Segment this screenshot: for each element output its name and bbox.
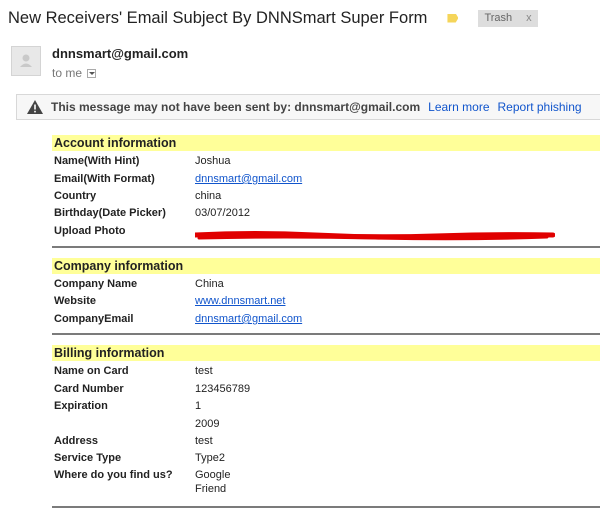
company-section-header: Company information [52, 258, 600, 274]
trash-label-text: Trash [484, 12, 513, 24]
field-value: test [195, 435, 213, 447]
report-phishing-link[interactable]: Report phishing [498, 100, 582, 114]
field-label: Where do you find us? [54, 469, 173, 481]
email-link[interactable]: dnnsmart@gmail.com [195, 173, 302, 185]
warning-icon [27, 100, 43, 114]
field-label: Expiration [54, 400, 108, 412]
phishing-warning-bar: This message may not have been sent by: … [16, 94, 600, 120]
field-label: Birthday(Date Picker) [54, 207, 166, 219]
account-section-header: Account information [52, 135, 600, 151]
section-divider [52, 333, 600, 335]
person-icon [20, 54, 32, 67]
field-label: Website [54, 295, 96, 307]
learn-more-link[interactable]: Learn more [428, 100, 489, 114]
billing-section-header: Billing information [52, 345, 600, 361]
recipient-text: to me [52, 66, 83, 80]
redacted-photo-link [192, 229, 556, 247]
field-label: Country [54, 190, 97, 202]
field-value: Joshua [195, 155, 231, 167]
field-value: test [195, 365, 213, 377]
label-tag-icon[interactable] [447, 13, 459, 23]
field-label: Upload Photo [54, 225, 126, 237]
website-link[interactable]: www.dnnsmart.net [195, 295, 285, 307]
trash-label-chip[interactable]: Trash x [478, 9, 538, 27]
email-link[interactable]: dnnsmart@gmail.com [195, 313, 302, 325]
field-label: Company Name [54, 278, 138, 290]
avatar[interactable] [11, 46, 41, 76]
field-value: Friend [195, 483, 227, 495]
field-value: 03/07/2012 [195, 207, 251, 219]
show-details-dropdown-icon[interactable] [87, 68, 97, 78]
field-value: 123456789 [195, 383, 251, 395]
email-subject: New Receivers' Email Subject By DNNSmart… [8, 8, 428, 27]
field-label: Card Number [54, 383, 124, 395]
remove-label-button[interactable]: x [526, 12, 532, 24]
section-divider [52, 506, 600, 508]
field-value: Type2 [195, 452, 225, 464]
warning-text: This message may not have been sent by: … [51, 100, 421, 114]
recipient-line: to me [52, 66, 97, 80]
field-label: Email(With Format) [54, 173, 155, 185]
section-divider [52, 246, 600, 248]
field-value: 2009 [195, 418, 220, 430]
sender-email[interactable]: dnnsmart@gmail.com [52, 46, 188, 61]
field-value: china [195, 190, 222, 202]
field-label: Name(With Hint) [54, 155, 140, 167]
field-value: 1 [195, 400, 202, 412]
field-value: Google [195, 469, 231, 481]
subject-row: New Receivers' Email Subject By DNNSmart… [8, 6, 538, 30]
field-value: China [195, 278, 224, 290]
field-label: Service Type [54, 452, 122, 464]
field-label: CompanyEmail [54, 313, 134, 325]
field-label: Name on Card [54, 365, 129, 377]
field-label: Address [54, 435, 99, 447]
